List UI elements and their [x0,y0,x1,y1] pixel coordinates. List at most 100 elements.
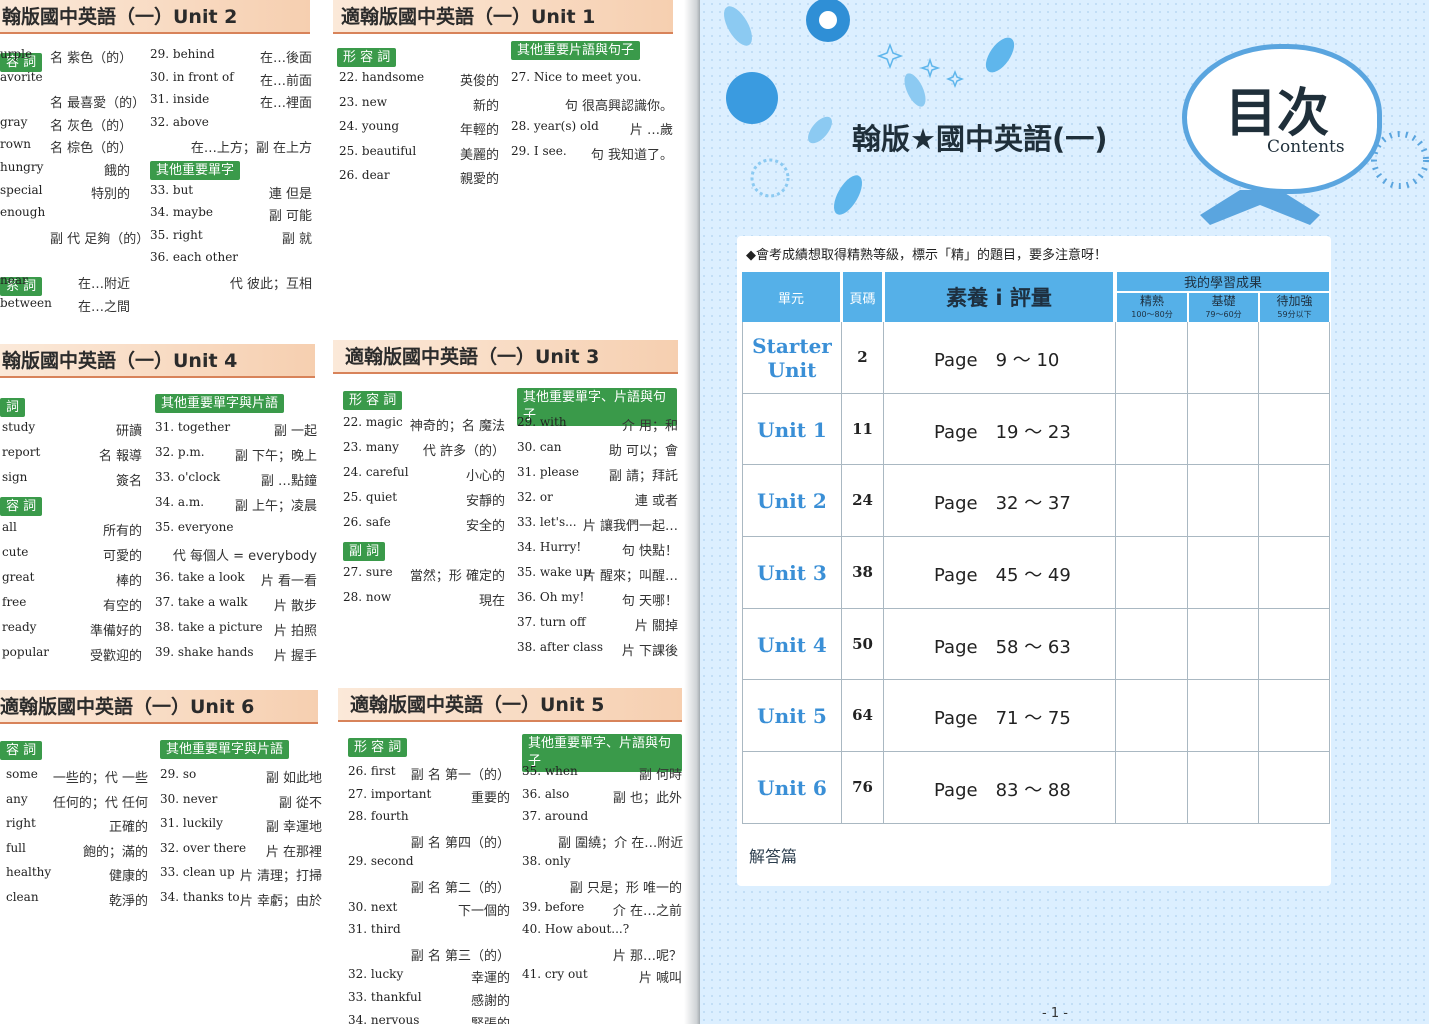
vocab-meaning: 名 棕色（的） [50,141,133,157]
vocab-word: 27. sure [343,565,393,579]
vocab-meaning: 片 清理；打掃 [239,869,322,884]
leaf-icon [904,73,926,107]
start-page: 11 [852,419,873,438]
vocab-word: great [2,570,35,584]
vocab-meaning: 一些的；代 一些 [52,771,148,786]
tag-adjective: 形 容 詞 [348,738,408,757]
vocab-word: special [0,182,43,197]
start-page: 64 [852,706,873,725]
vocab-meaning: 副 何時 [638,768,682,783]
vocab-word: cute [2,545,29,559]
page-range: Page 83 ～ 88 [934,780,1071,802]
vocab-meaning: 片 讓我們一起… [582,519,678,534]
vocab-meaning: 任何的；代 任何 [52,795,148,811]
vocab-meaning: 副 從不 [278,795,322,811]
grade-name: 待加強 [1276,293,1313,308]
vocab-word: 40. How about...? [522,922,630,937]
tag-adjective: 形 容 詞 [337,48,397,67]
vocab-meaning: 餓的 [103,164,130,179]
start-page: 76 [852,778,873,797]
contents-heading-en: Contents [1267,137,1345,157]
col-result-header: 我的學習成果 [1117,272,1329,291]
vocab-meaning: 副 代 足夠（的） [50,231,150,247]
section-unit-1: 適翰版國中英語（一）Unit 1 形 容 詞 其他重要片語與句子 22. han… [333,0,683,340]
vocab-word: 25. quiet [343,490,398,504]
vocab-meaning: 副 就 [281,231,312,247]
vocab-word: 24. young [339,119,400,133]
vocab-meaning: 在…前面 [259,73,312,89]
vocab-meaning: 乾淨的 [108,893,148,909]
vocab-word: 32. above [150,114,209,129]
vocab-word: 35. everyone [155,520,234,534]
vocab-meaning: 片 在那裡 [265,844,322,860]
page-number: - 1 - [1042,1006,1068,1021]
sparkle-icon [876,42,965,89]
vocab-word: rown [0,137,31,152]
tag-other: 其他重要片語與句子 [511,41,641,60]
vocab-meaning: 新的 [472,98,499,114]
col-page-header: 頁碼 [843,272,882,322]
vocab-meaning: 副 如此地 [265,771,322,786]
vocab-meaning: 代 每個人 = everybody [172,549,317,564]
vocab-word: popular [2,645,50,659]
section-title: 適翰版國中英語（一）Unit 1 [341,6,596,28]
vocab-meaning: 安全的 [465,519,505,534]
vocab-meaning: 健康的 [108,869,148,884]
vocab-meaning: 副 名 第二（的） [410,881,510,896]
vocab-word: 36. each other [150,250,239,265]
vocab-meaning: 安靜的 [465,494,505,509]
vocab-meaning: 片 握手 [273,649,317,664]
unit-name: Unit 4 [757,632,827,657]
vocab-meaning: 在…之間 [77,299,130,315]
vocab-word: 31. third [348,922,401,937]
vocab-meaning: 所有的 [102,524,142,539]
vocab-meaning: 在…裡面 [259,96,312,112]
grade-range: 59分以下 [1277,309,1312,319]
vocab-word: avorite [0,69,43,84]
section-header: 適翰版國中英語（一）Unit 6 [0,690,318,724]
answer-section-link[interactable]: 解答篇 [749,843,797,867]
contents-heading: 目次 [1225,84,1330,144]
vocab-meaning: 片 …歲 [629,123,673,138]
vocab-meaning: 飽的；滿的 [82,844,148,860]
vocab-meaning: 片 喊叫 [638,971,682,987]
vocab-meaning: 片 關掉 [634,619,678,634]
vocab-word: full [6,840,26,855]
vocab-meaning: 正確的 [108,820,148,835]
vocab-meaning: 助 可以；會 [608,444,678,459]
balloon-icon [726,72,778,124]
page-range: Page 58 ～ 63 [934,636,1071,658]
vocab-meaning: 有空的 [102,599,142,614]
vocab-word: between [0,295,52,310]
unit-name: Unit 2 [757,489,827,514]
vocab-word: 23. new [339,94,387,109]
tag-adverb: 副 詞 [343,542,386,561]
section-unit-5: 適翰版國中英語（一）Unit 5 形 容 詞 其他重要單字、片語與句子 26. … [338,688,684,1024]
vocab-meaning: 特別的 [90,186,130,202]
section-unit-2: 翰版國中英語（一）Unit 2 容 詞 其他重要單字 系 詞 urple 名 紫色… [0,0,325,340]
leaf-icon [808,116,832,144]
start-page: 24 [852,491,873,510]
tag-other: 其他重要單字 [150,161,241,180]
tag-verb: 詞 [0,398,26,417]
vocab-meaning: 年輕的 [459,123,499,138]
section-unit-3: 適翰版國中英語（一）Unit 3 形 容 詞 其他重要單字、片語與句子 副 詞 … [333,340,683,690]
tag-other: 其他重要單字與片語 [155,394,285,413]
vocab-word: some [6,767,38,781]
vocab-meaning: 重要的 [470,790,510,806]
section-header: 翰版國中英語（一）Unit 2 [0,0,310,34]
vocab-word: 38. only [522,854,571,869]
vocab-meaning: 副 名 第三（的） [410,948,510,964]
notice-text: ◆會考成績想取得精熟等級，標示「精」的題目，要多注意呀！ [746,248,1107,263]
vocab-meaning: 介 用；和 [621,419,678,434]
vocab-word: all [2,520,17,534]
grade-name: 基礎 [1211,293,1236,308]
vocab-meaning: 片 那…呢？ [612,948,682,964]
vocab-meaning: 副 圍繞；介 在…附近 [558,835,684,851]
vocab-meaning: 句 快點！ [621,544,678,559]
section-header: 適翰版國中英語（一）Unit 1 [333,0,673,34]
section-title: 翰版國中英語（一）Unit 2 [2,6,238,28]
vocab-meaning: 親愛的 [459,172,499,187]
vocab-meaning: 副 名 第一（的） [410,768,510,783]
col-skill-header: 素養 i 評量 [885,272,1113,322]
